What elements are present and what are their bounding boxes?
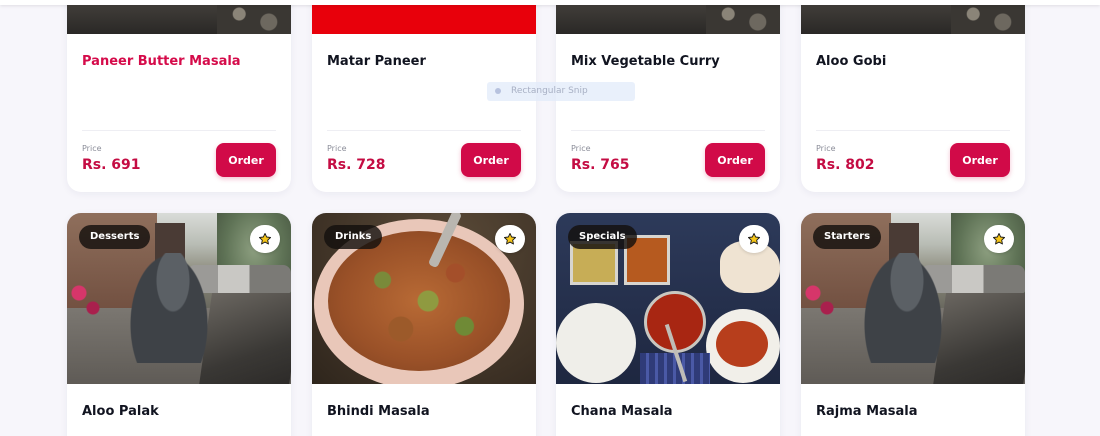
- price-label: Price: [816, 144, 836, 153]
- category-badge: Drinks: [324, 225, 383, 249]
- price-value: Rs. 765: [571, 157, 630, 173]
- snip-label: Rectangular Snip: [511, 86, 588, 96]
- price-label: Price: [571, 144, 591, 153]
- favorite-button[interactable]: [739, 225, 769, 253]
- dish-title[interactable]: Rajma Masala: [816, 404, 918, 419]
- price-label: Price: [82, 144, 102, 153]
- dish-title[interactable]: Chana Masala: [571, 404, 673, 419]
- category-badge: Specials: [568, 225, 637, 249]
- dish-title[interactable]: Paneer Butter Masala: [82, 54, 241, 69]
- order-button[interactable]: Order: [705, 143, 765, 177]
- order-button[interactable]: Order: [950, 143, 1010, 177]
- dish-image: [801, 0, 1025, 34]
- star-icon: [258, 232, 272, 245]
- order-button[interactable]: Order: [461, 143, 521, 177]
- price-label: Price: [327, 144, 347, 153]
- favorite-button[interactable]: [495, 225, 525, 253]
- dish-title[interactable]: Bhindi Masala: [327, 404, 430, 419]
- dish-title[interactable]: Mix Vegetable Curry: [571, 54, 720, 69]
- price-value: Rs. 802: [816, 157, 875, 173]
- dish-title[interactable]: Aloo Palak: [82, 404, 159, 419]
- menu-card[interactable]: Aloo Gobi Price Rs. 802 Order: [801, 0, 1025, 192]
- card-divider: [571, 130, 765, 131]
- category-badge: Desserts: [79, 225, 151, 249]
- dish-title[interactable]: Aloo Gobi: [816, 54, 886, 69]
- dish-image: [556, 0, 780, 34]
- snip-icon: [495, 87, 501, 94]
- menu-card[interactable]: Paneer Butter Masala Price Rs. 691 Order: [67, 0, 291, 192]
- star-icon: [747, 232, 761, 245]
- dish-title[interactable]: Matar Paneer: [327, 54, 426, 69]
- price-value: Rs. 691: [82, 157, 141, 173]
- order-button[interactable]: Order: [216, 143, 276, 177]
- favorite-button[interactable]: [250, 225, 280, 253]
- menu-card[interactable]: Specials Chana Masala: [556, 213, 780, 436]
- star-icon: [503, 232, 517, 245]
- menu-card[interactable]: Desserts Aloo Palak: [67, 213, 291, 436]
- category-badge: Starters: [813, 225, 882, 249]
- price-value: Rs. 728: [327, 157, 386, 173]
- snip-tooltip: Rectangular Snip: [487, 82, 635, 101]
- dish-image: [312, 0, 536, 34]
- menu-card[interactable]: Drinks Bhindi Masala: [312, 213, 536, 436]
- card-divider: [816, 130, 1010, 131]
- favorite-button[interactable]: [984, 225, 1014, 253]
- top-header-bar: [0, 0, 1100, 5]
- star-icon: [992, 232, 1006, 245]
- menu-card[interactable]: Starters Rajma Masala: [801, 213, 1025, 436]
- card-divider: [327, 130, 521, 131]
- card-divider: [82, 130, 276, 131]
- dish-image: [67, 0, 291, 34]
- menu-grid: Paneer Butter Masala Price Rs. 691 Order…: [0, 0, 1100, 436]
